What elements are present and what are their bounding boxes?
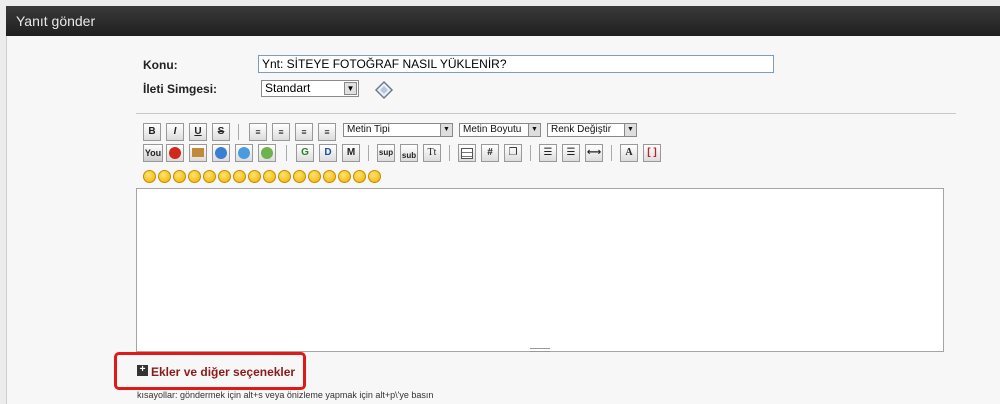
font-style-button[interactable]: A: [620, 144, 638, 162]
font-family-select[interactable]: Metin Tipi ▼: [343, 123, 453, 137]
msn-button[interactable]: M: [342, 144, 360, 162]
unordered-list-button[interactable]: ☰: [539, 144, 557, 162]
smiley-icon[interactable]: [188, 170, 201, 183]
align-center-icon: ≡: [278, 127, 284, 137]
smiley-icon[interactable]: [143, 170, 156, 183]
toolbar-separator: [530, 145, 531, 161]
bold-button[interactable]: B: [143, 123, 161, 141]
smiley-icon[interactable]: [368, 170, 381, 183]
smiley-icon[interactable]: [278, 170, 291, 183]
smiley-icon[interactable]: [203, 170, 216, 183]
post-icon-select[interactable]: Standart ▼: [261, 80, 359, 97]
chevron-down-icon: ▼: [528, 124, 540, 136]
message-textarea[interactable]: [136, 188, 944, 352]
smiley-icon[interactable]: [158, 170, 171, 183]
superscript-button[interactable]: sup: [377, 144, 395, 162]
attachments-options-link[interactable]: Ekler ve diğer seçenekler: [151, 365, 295, 379]
youtube-button[interactable]: You: [143, 144, 163, 162]
align-justify-button[interactable]: ≡: [295, 123, 313, 141]
italic-button[interactable]: I: [166, 123, 184, 141]
table-icon: [461, 148, 473, 159]
unlink-icon: [238, 147, 250, 159]
align-justify-icon: ≡: [301, 127, 307, 137]
underline-button[interactable]: U: [189, 123, 207, 141]
smiley-icon[interactable]: [323, 170, 336, 183]
smiley-icon[interactable]: [353, 170, 366, 183]
chevron-down-icon: ▼: [440, 124, 452, 136]
post-icon-preview-icon: [374, 80, 394, 100]
email-button[interactable]: [258, 144, 276, 162]
align-left-button[interactable]: ≡: [249, 123, 267, 141]
email-icon: [261, 147, 273, 159]
text-color-select-value: Renk Değiştir: [551, 124, 612, 135]
smiley-icon[interactable]: [293, 170, 306, 183]
smiley-icon[interactable]: [173, 170, 186, 183]
subject-label: Konu:: [143, 58, 178, 72]
align-right-button[interactable]: ≡: [318, 123, 336, 141]
chevron-down-icon: ▼: [624, 124, 636, 136]
align-center-button[interactable]: ≡: [272, 123, 290, 141]
horizontal-rule-button[interactable]: ⟷: [585, 144, 603, 162]
toolbar-separator: [238, 124, 239, 140]
dailymotion-button[interactable]: D: [319, 144, 337, 162]
code-button[interactable]: [ ]: [643, 144, 661, 162]
smiley-icon[interactable]: [218, 170, 231, 183]
quote-icon: ❐: [508, 147, 518, 158]
form-divider: [136, 113, 956, 114]
table-button[interactable]: [458, 144, 476, 162]
post-icon-label: İleti Simgesi:: [143, 82, 218, 96]
quote-button[interactable]: ❐: [504, 144, 522, 162]
toolbar-separator: [368, 145, 369, 161]
hash-button[interactable]: #: [481, 144, 499, 162]
globe-link-icon: [215, 147, 227, 159]
expand-plus-icon[interactable]: +: [137, 365, 148, 376]
panel-title: Yanıt gönder: [16, 13, 96, 29]
smiley-icon[interactable]: [233, 170, 246, 183]
post-icon-select-value: Standart: [265, 81, 311, 95]
toolbar-separator: [611, 145, 612, 161]
strikethrough-button[interactable]: S: [212, 123, 230, 141]
font-size-select[interactable]: Metin Boyutu ▼: [459, 123, 541, 137]
teletype-button[interactable]: Tt: [423, 144, 441, 162]
align-left-icon: ≡: [255, 127, 261, 137]
toolbar-separator: [449, 145, 450, 161]
shortcuts-hint: kısayollar: göndermek için alt+s veya ön…: [137, 390, 434, 400]
toolbar-separator: [286, 145, 287, 161]
chevron-down-icon: ▼: [344, 82, 357, 95]
numbered-list-icon: ☰: [566, 147, 576, 158]
align-right-icon: ≡: [324, 127, 330, 137]
panel-header: Yanıt gönder: [6, 6, 1000, 36]
link-button[interactable]: [212, 144, 230, 162]
smiley-icon[interactable]: [263, 170, 276, 183]
smiley-icon[interactable]: [338, 170, 351, 183]
google-button[interactable]: G: [296, 144, 314, 162]
font-family-select-value: Metin Tipi: [347, 124, 390, 135]
image-button[interactable]: [189, 144, 207, 162]
bullet-list-icon: ☰: [543, 147, 553, 158]
unlink-button[interactable]: [235, 144, 253, 162]
font-size-select-value: Metin Boyutu: [463, 124, 522, 135]
text-color-select[interactable]: Renk Değiştir ▼: [547, 123, 637, 137]
smiley-icon[interactable]: [308, 170, 321, 183]
flash-button[interactable]: [166, 144, 184, 162]
resize-grip[interactable]: [530, 348, 550, 352]
code-icon: [ ]: [647, 147, 657, 158]
image-icon: [192, 148, 204, 157]
smiley-icon[interactable]: [248, 170, 261, 183]
subject-input[interactable]: Ynt: SİTEYE FOTOĞRAF NASIL YÜKLENİR?: [258, 55, 774, 73]
subscript-button[interactable]: sub: [400, 144, 418, 162]
ordered-list-button[interactable]: ☰: [562, 144, 580, 162]
flash-icon: [169, 147, 181, 159]
horizontal-rule-icon: ⟷: [586, 147, 602, 158]
